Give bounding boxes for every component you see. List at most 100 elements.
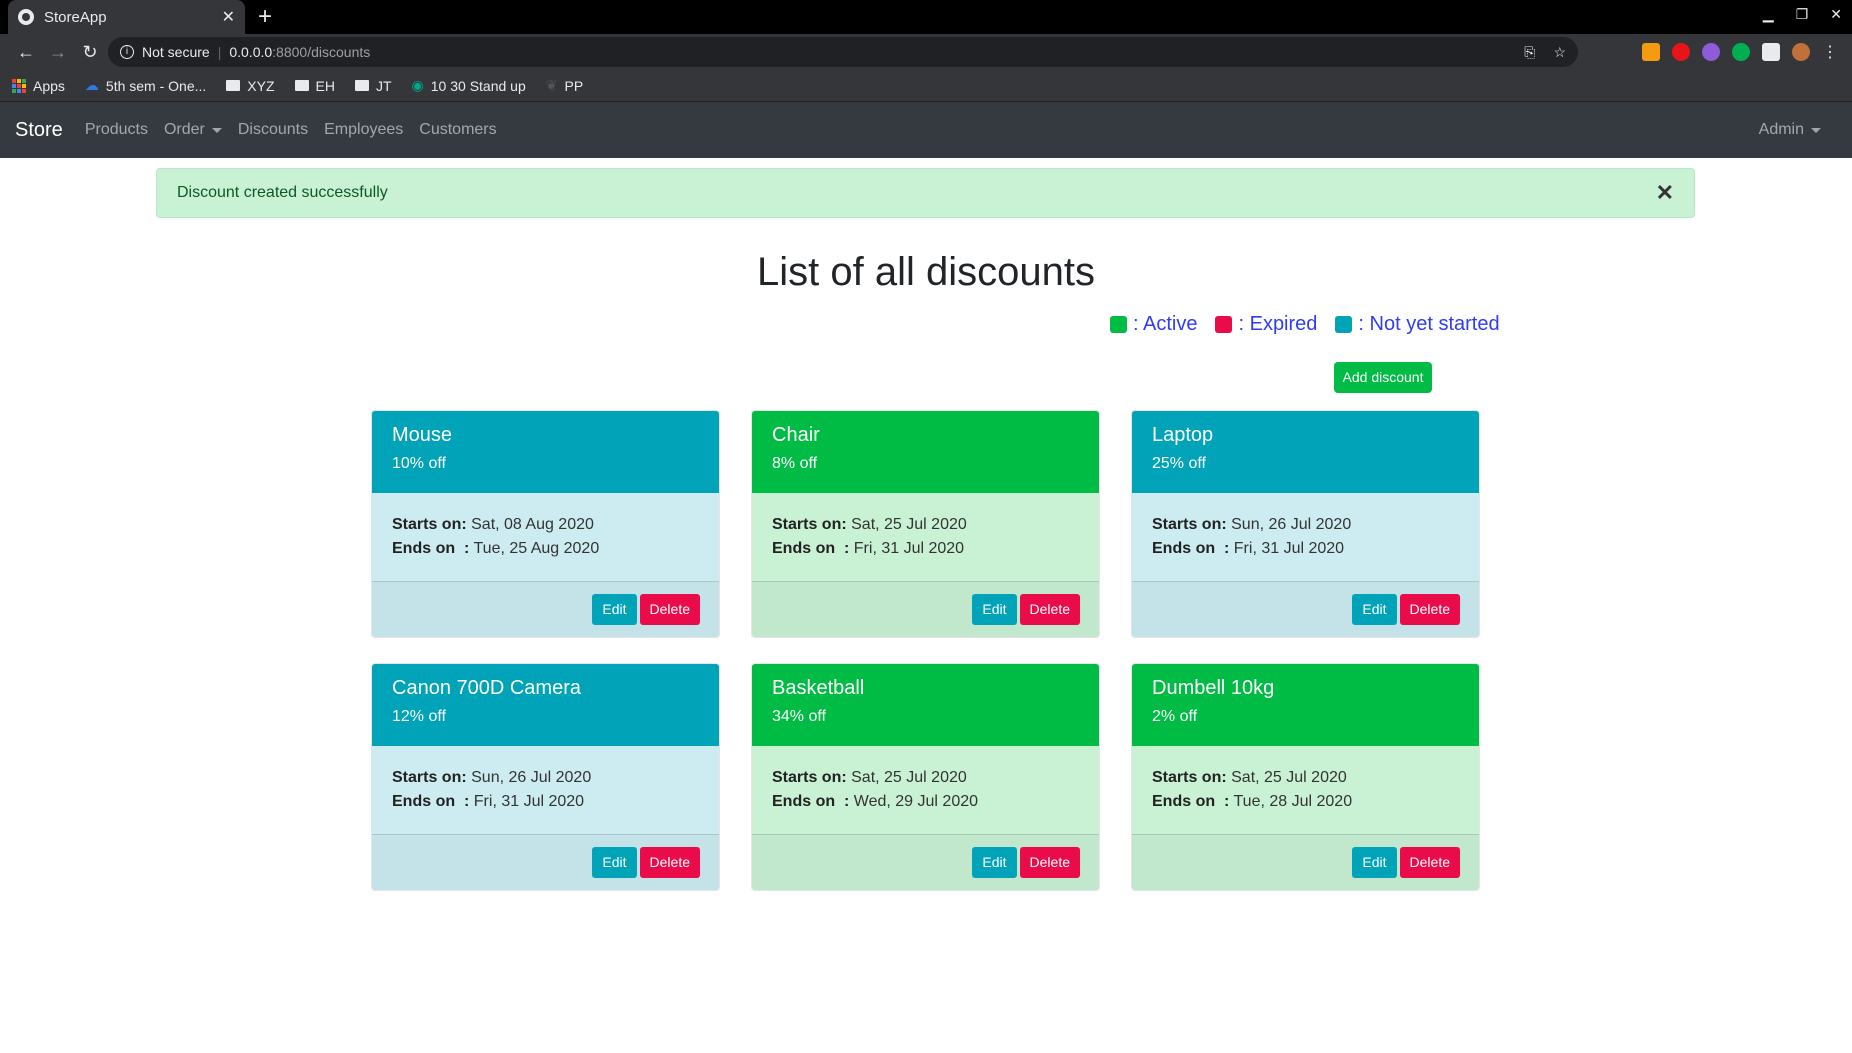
end-date-row: Ends on : Wed, 29 Jul 2020 [772,790,1079,814]
nav-products[interactable]: Products [85,121,148,139]
close-icon[interactable]: ✕ [1656,180,1674,206]
bookmark-apps[interactable]: Apps [12,78,65,94]
globe-icon [18,9,34,25]
edit-button[interactable]: Edit [1352,847,1397,878]
minimize-icon[interactable]: ▁ [1763,6,1774,23]
end-date-row: Ends on : Fri, 31 Jul 2020 [772,537,1079,561]
success-alert: Discount created successfully ✕ [156,168,1695,218]
start-date: Sat, 25 Jul 2020 [851,516,967,533]
forward-arrow-icon[interactable]: → [42,42,74,63]
caret-down-icon [211,127,222,133]
bookmark-xyz[interactable]: XYZ [226,78,275,94]
start-date: Sun, 26 Jul 2020 [1231,516,1352,533]
start-date-row: Starts on: Sat, 25 Jul 2020 [772,766,1079,790]
legend-label: : Active [1133,313,1198,335]
card-footer: Edit Delete [372,834,719,890]
legend-label: : Not yet started [1358,313,1500,335]
nav-discounts[interactable]: Discounts [238,121,308,139]
bookmark-standup[interactable]: ◉ 10 30 Stand up [412,77,526,94]
nav-employees[interactable]: Employees [324,121,403,139]
edit-button[interactable]: Edit [972,847,1017,878]
card-footer: Edit Delete [1132,834,1479,890]
start-date-row: Starts on: Sun, 26 Jul 2020 [392,766,699,790]
nav-order-dropdown[interactable]: Order [164,121,222,139]
bookmark-label: Apps [33,77,65,94]
bookmark-star-icon[interactable]: ☆ [1553,44,1566,61]
browser-tab[interactable]: StoreApp ✕ [8,0,245,34]
not-started-swatch [1335,316,1353,333]
end-date: Fri, 31 Jul 2020 [1233,540,1345,557]
edit-button[interactable]: Edit [592,594,637,625]
ends-label: Ends on : [392,540,470,557]
browser-tab-strip: StoreApp ✕ + ▁ ❐ ✕ [0,0,1852,34]
bookmark-jt[interactable]: JT [354,78,392,94]
card-body: Starts on: Sat, 08 Aug 2020 Ends on : Tu… [372,493,719,581]
bookmark-onedrive[interactable]: ☁ 5th sem - One... [85,77,206,94]
card-header: Chair 8% off [752,411,1099,493]
discount-card: Mouse 10% off Starts on: Sat, 08 Aug 202… [371,410,720,638]
delete-button[interactable]: Delete [639,594,700,625]
end-date: Tue, 25 Aug 2020 [473,540,600,557]
close-window-icon[interactable]: ✕ [1830,6,1842,23]
discount-percent: 10% off [392,455,446,472]
info-icon[interactable]: i [120,45,134,59]
card-body: Starts on: Sun, 26 Jul 2020 Ends on : Fr… [1132,493,1479,581]
end-date: Fri, 31 Jul 2020 [853,540,965,557]
delete-button[interactable]: Delete [639,847,700,878]
admin-dropdown[interactable]: Admin [1759,121,1821,139]
card-body: Starts on: Sat, 25 Jul 2020 Ends on : We… [752,746,1099,834]
start-date-row: Starts on: Sun, 26 Jul 2020 [1152,513,1459,537]
back-arrow-icon[interactable]: ← [10,42,42,63]
starts-label: Starts on: [392,769,467,786]
delete-button[interactable]: Delete [1019,594,1080,625]
ends-label: Ends on : [392,793,470,810]
edit-button[interactable]: Edit [592,847,637,878]
delete-button[interactable]: Delete [1399,594,1460,625]
start-date: Sun, 26 Jul 2020 [471,769,592,786]
start-date: Sat, 08 Aug 2020 [471,516,594,533]
purple-extension-icon[interactable] [1702,43,1720,61]
caret-down-icon [1811,127,1821,133]
card-footer: Edit Delete [752,834,1099,890]
brand-link[interactable]: Store [15,119,63,142]
address-bar[interactable]: i Not secure | 0.0.0.0 :8800/discounts ⎘… [108,37,1578,67]
starts-label: Starts on: [392,516,467,533]
cloud-icon: ☁ [84,77,99,93]
edit-button[interactable]: Edit [1352,594,1397,625]
leaf-icon: ❦ [545,77,558,93]
chart-extension-icon[interactable] [1642,43,1660,61]
apps-grid-icon [12,78,26,93]
discount-card: Dumbell 10kg 2% off Starts on: Sat, 25 J… [1131,663,1480,891]
adblock-extension-icon[interactable] [1672,43,1690,61]
card-header: Mouse 10% off [372,411,719,493]
reload-icon[interactable]: ↻ [74,42,106,63]
nav-customers[interactable]: Customers [419,121,496,139]
bookmark-pp[interactable]: ❦ PP [546,77,583,94]
close-tab-icon[interactable]: ✕ [222,7,235,27]
bookmark-label: PP [564,77,584,94]
add-discount-button[interactable]: Add discount [1334,362,1432,393]
discount-percent: 12% off [392,708,446,725]
puzzle-extensions-icon[interactable] [1762,43,1780,61]
edit-button[interactable]: Edit [972,594,1017,625]
address-separator: | [217,44,222,60]
new-tab-icon[interactable]: + [258,3,272,31]
discount-percent: 2% off [1152,708,1198,725]
profile-avatar[interactable] [1792,43,1810,61]
translate-icon[interactable]: ⎘ [1524,44,1535,61]
delete-button[interactable]: Delete [1019,847,1080,878]
bookmarks-bar: Apps ☁ 5th sem - One... XYZ EH JT ◉ 10 3… [0,70,1852,102]
ends-label: Ends on : [772,793,850,810]
end-date-row: Ends on : Tue, 25 Aug 2020 [392,537,699,561]
delete-button[interactable]: Delete [1399,847,1460,878]
discount-name: Basketball [772,677,865,699]
green-extension-icon[interactable] [1732,43,1750,61]
starts-label: Starts on: [1152,769,1227,786]
omnibox-actions: ⎘ ☆ [1524,44,1566,61]
alert-message: Discount created successfully [177,184,388,201]
browser-menu-icon[interactable]: ⋮ [1822,42,1838,62]
start-date: Sat, 25 Jul 2020 [851,769,967,786]
bookmark-eh[interactable]: EH [294,78,335,94]
maximize-icon[interactable]: ❐ [1796,6,1809,23]
extension-icons: ⋮ [1642,42,1838,62]
